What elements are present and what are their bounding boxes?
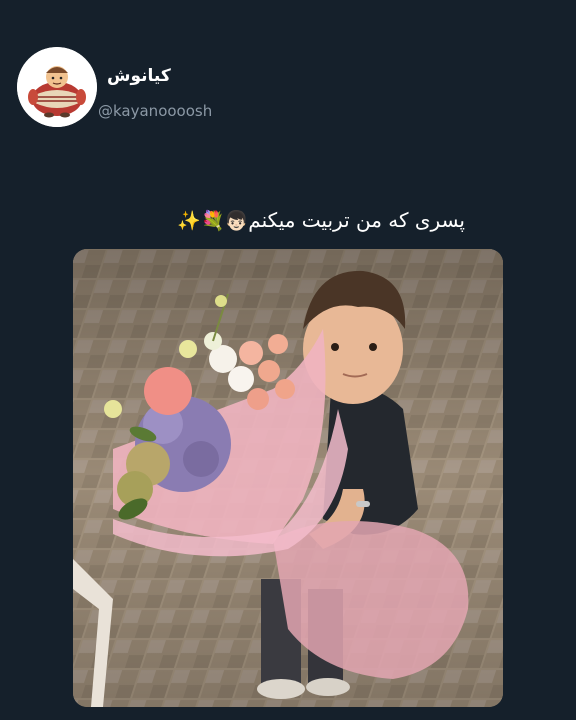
photo-child-with-flower-bouquet-icon [73,249,503,707]
avatar[interactable] [17,47,97,127]
tweet-text-body: پسری که من تربیت میکنم [248,208,465,232]
cartoon-character-avatar-icon [17,47,97,127]
user-handle[interactable]: @kayanoooosh [98,102,212,120]
display-name[interactable]: کیانوش [107,66,171,86]
tweet-card: کیانوش @kayanoooosh پسری که من تربیت میک… [0,0,576,720]
tweet-emojis: 👦🏻💐✨ [177,210,249,232]
tweet-text: پسری که من تربیت میکنم👦🏻💐✨ [177,208,465,232]
tweet-photo[interactable] [73,249,503,707]
